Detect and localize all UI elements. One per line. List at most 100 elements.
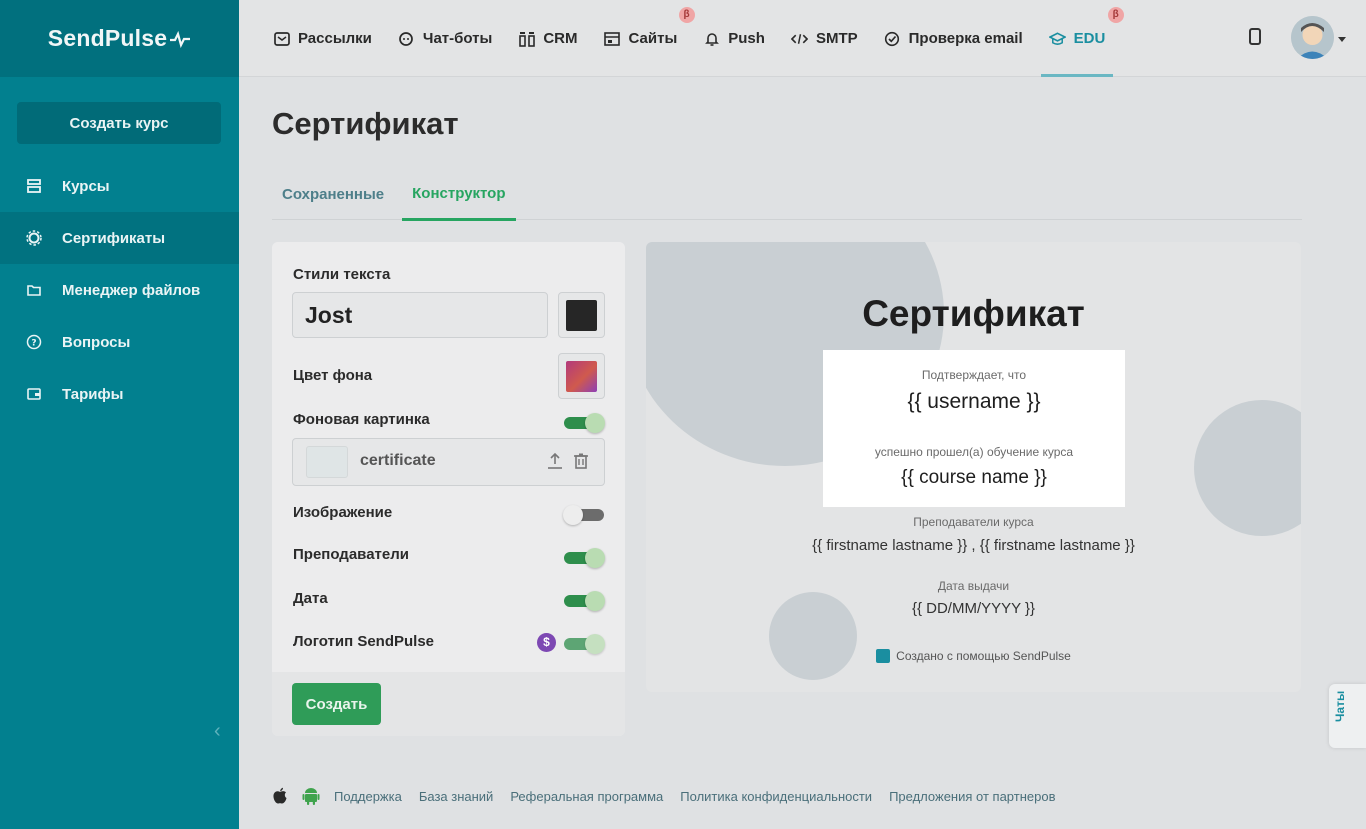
settings-panel: Стили текста Jost Цвет фона Фоновая карт…	[272, 242, 625, 736]
toggle-knob	[585, 548, 605, 568]
folder-icon	[25, 281, 43, 299]
crm-icon	[518, 30, 535, 47]
graduation-cap-icon	[1048, 30, 1066, 47]
mobile-app-icon[interactable]	[1249, 28, 1261, 45]
made-with-sendpulse: Создано с помощью SendPulse	[646, 649, 1301, 663]
teachers-placeholder: {{ firstname lastname }} , {{ firstname …	[812, 537, 1135, 554]
sidebar: SendPulse Создать курс Курсы Сертификаты…	[0, 0, 239, 829]
nav-crm[interactable]: CRM	[518, 0, 578, 77]
sidebar-item-certificates[interactable]: Сертификаты	[0, 212, 239, 264]
logo[interactable]: SendPulse	[0, 0, 239, 77]
sidebar-item-label: Тарифы	[62, 385, 124, 403]
chats-tab-label: Чаты	[1333, 690, 1347, 722]
nav-edu[interactable]: EDU β	[1040, 0, 1124, 77]
upload-icon[interactable]	[546, 452, 564, 472]
nav-label: SMTP	[815, 30, 858, 47]
tab-saved[interactable]: Сохраненные	[272, 168, 394, 220]
sidebar-item-label: Сертификаты	[62, 229, 166, 247]
nav-chatbots[interactable]: Чат-боты	[398, 0, 492, 77]
trash-icon[interactable]	[572, 452, 590, 472]
bg-color-picker[interactable]	[558, 353, 605, 399]
teachers-label: Преподаватели	[293, 546, 409, 563]
footer-link-support[interactable]: Поддержка	[334, 789, 402, 804]
logo-toggle[interactable]	[564, 634, 605, 654]
sidebar-item-courses[interactable]: Курсы	[0, 160, 239, 212]
teachers-caption: Преподаватели курса	[913, 515, 1034, 529]
certificate-icon	[25, 229, 43, 247]
toggle-knob	[585, 634, 605, 654]
sidebar-item-file-manager[interactable]: Менеджер файлов	[0, 264, 239, 316]
toggle-knob	[585, 591, 605, 611]
bg-image-file: certificate	[292, 438, 605, 486]
nav-label: CRM	[543, 30, 578, 47]
site-icon	[604, 30, 621, 47]
text-styles-label: Стили текста	[293, 266, 391, 283]
footer: Поддержка База знаний Реферальная програ…	[272, 786, 1072, 806]
logo-text: SendPulse	[47, 25, 168, 51]
bg-image-label: Фоновая картинка	[293, 411, 430, 428]
bg-image-thumbnail	[306, 446, 348, 478]
footer-link-partners[interactable]: Предложения от партнеров	[889, 789, 1055, 804]
nav-email-verification[interactable]: Проверка email	[884, 0, 1023, 77]
date-label: Дата	[293, 590, 328, 607]
sidebar-item-label: Менеджер файлов	[62, 281, 201, 299]
create-course-button[interactable]: Создать курс	[17, 102, 221, 144]
nav-sites[interactable]: Сайты β	[604, 0, 695, 77]
page-title: Сертификат	[272, 106, 459, 141]
footer-link-privacy[interactable]: Политика конфиденциальности	[680, 789, 872, 804]
nav-label: Push	[728, 30, 765, 47]
avatar[interactable]	[1291, 16, 1334, 59]
completed-text: успешно прошел(а) обучение курса	[874, 445, 1074, 459]
sidebar-item-label: Курсы	[62, 177, 110, 195]
date-placeholder: {{ DD/MM/YYYY }}	[911, 600, 1036, 617]
nav-smtp[interactable]: SMTP	[790, 0, 858, 77]
bg-color-label: Цвет фона	[293, 367, 373, 384]
nav-mailings[interactable]: Рассылки	[273, 0, 372, 77]
sidebar-item-pricing[interactable]: Тарифы	[0, 368, 239, 420]
courses-icon	[25, 177, 43, 195]
code-icon	[790, 30, 808, 47]
nav-push[interactable]: Push	[703, 0, 765, 77]
toggle-knob	[585, 413, 605, 433]
issue-date-caption: Дата выдачи	[937, 579, 1010, 593]
chat-icon	[398, 30, 415, 47]
wallet-icon	[25, 385, 43, 403]
teachers-toggle[interactable]	[564, 548, 605, 568]
question-icon: ?	[25, 333, 43, 351]
sidebar-item-label: Вопросы	[62, 333, 131, 351]
image-toggle[interactable]	[563, 505, 604, 525]
certificate-title: Сертификат	[862, 293, 1085, 334]
font-select[interactable]: Jost	[292, 292, 548, 338]
nav-label: Чат-боты	[422, 30, 493, 47]
bell-icon	[703, 30, 720, 47]
apple-icon[interactable]	[272, 787, 288, 805]
paid-feature-icon: $	[537, 633, 556, 652]
toggle-knob	[563, 505, 583, 525]
top-bar: Рассылки Чат-боты CRM Сайты β Push SMTP …	[239, 0, 1366, 77]
bg-image-toggle[interactable]	[564, 413, 605, 433]
bg-color-swatch	[566, 360, 597, 392]
mail-icon	[273, 30, 290, 47]
chats-tab[interactable]: Чаты	[1329, 684, 1366, 748]
certificate-text-box: Подтверждает, что {{ username }} успешно…	[823, 350, 1125, 507]
footer-link-referral[interactable]: Реферальная программа	[510, 789, 663, 804]
create-button[interactable]: Создать	[292, 683, 381, 725]
nav-label: Проверка email	[908, 30, 1023, 47]
sidebar-item-questions[interactable]: ? Вопросы	[0, 316, 239, 368]
username-placeholder: {{ username }}	[907, 390, 1041, 413]
collapse-sidebar-icon[interactable]: ‹	[214, 720, 228, 742]
settings-body: Стили текста Jost Цвет фона Фоновая карт…	[272, 242, 625, 672]
avatar-icon	[1291, 16, 1334, 59]
text-color-picker[interactable]	[558, 292, 605, 338]
certificate-preview: Сертификат Подтверждает, что {{ username…	[646, 242, 1301, 692]
svg-text:?: ?	[31, 339, 36, 349]
sendpulse-mark-icon	[876, 649, 891, 663]
date-toggle[interactable]	[564, 591, 605, 611]
footer-link-knowledge-base[interactable]: База знаний	[419, 789, 494, 804]
nav-label: Рассылки	[298, 30, 372, 47]
android-icon[interactable]	[302, 786, 320, 806]
tab-constructor[interactable]: Конструктор	[402, 168, 516, 221]
text-color-swatch	[566, 299, 597, 331]
chevron-down-icon[interactable]	[1338, 37, 1346, 42]
beta-badge: β	[678, 7, 695, 23]
